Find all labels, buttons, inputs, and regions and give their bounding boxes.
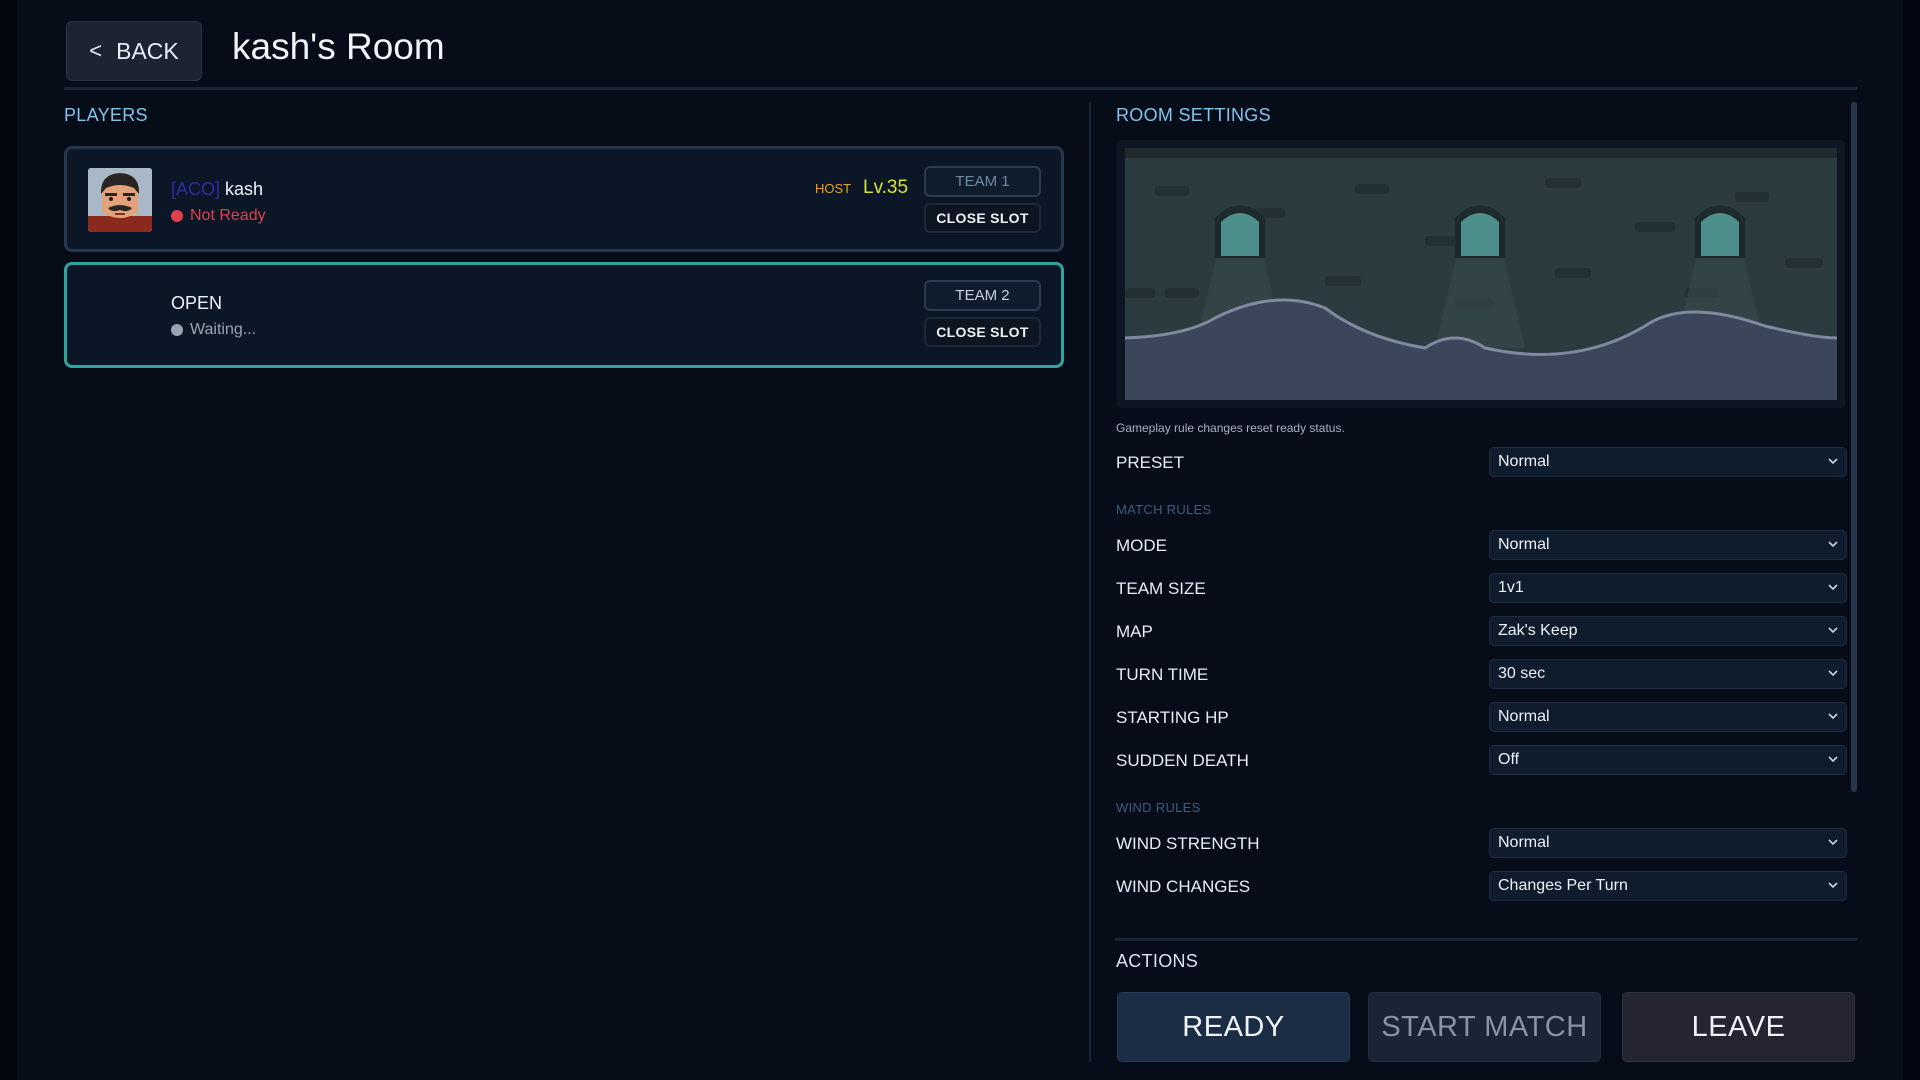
status-text: Not Ready	[190, 207, 266, 224]
column-divider	[1089, 102, 1091, 1062]
preset-value: Normal	[1498, 453, 1550, 470]
close-slot-button[interactable]: CLOSE SLOT	[924, 317, 1041, 347]
preset-select[interactable]: Normal	[1489, 447, 1847, 477]
players-section-label: PLAYERS	[64, 105, 148, 125]
ready-button[interactable]: READY	[1117, 992, 1350, 1062]
chevron-down-icon	[1828, 670, 1838, 677]
wind-changes-label: WIND CHANGES	[1116, 877, 1251, 896]
player-status: Waiting...	[171, 321, 256, 339]
wind-strength-select[interactable]: Normal	[1489, 828, 1847, 858]
sudden-death-value: Off	[1498, 751, 1520, 768]
team-button[interactable]: TEAM 1	[924, 166, 1041, 197]
clan-tag: [ACO]	[171, 179, 221, 199]
team-button[interactable]: TEAM 2	[924, 280, 1041, 311]
map-preview	[1117, 140, 1845, 408]
team-size-select[interactable]: 1v1	[1489, 573, 1847, 603]
chevron-down-icon	[1828, 713, 1838, 720]
team-size-value: 1v1	[1498, 579, 1524, 596]
wind-strength-value: Normal	[1498, 834, 1550, 851]
room-title: kash's Room	[232, 26, 445, 67]
wind-changes-value: Changes Per Turn	[1498, 877, 1628, 894]
actions-divider	[1115, 938, 1857, 941]
wind-changes-select[interactable]: Changes Per Turn	[1489, 871, 1847, 901]
mode-value: Normal	[1498, 536, 1550, 553]
mode-select[interactable]: Normal	[1489, 530, 1847, 560]
preset-label: PRESET	[1116, 453, 1185, 472]
close-slot-button[interactable]: CLOSE SLOT	[924, 203, 1041, 233]
player-avatar	[88, 168, 152, 232]
player-name: OPEN	[171, 293, 223, 313]
leave-button[interactable]: LEAVE	[1622, 992, 1855, 1062]
host-badge: HOST	[815, 181, 852, 196]
team-size-label: TEAM SIZE	[1116, 579, 1206, 598]
status-dot-icon	[171, 324, 183, 336]
player-slot-2: OPEN Waiting... TEAM 2 CLOSE SLOT	[64, 262, 1064, 368]
chevron-down-icon	[1828, 756, 1838, 763]
header-divider	[64, 87, 1857, 90]
room-settings-label: ROOM SETTINGS	[1116, 105, 1271, 125]
wind-strength-label: WIND STRENGTH	[1116, 834, 1260, 853]
map-value: Zak's Keep	[1498, 622, 1578, 639]
chevron-down-icon	[1828, 627, 1838, 634]
wind-rules-label: WIND RULES	[1116, 800, 1201, 815]
player-status: Not Ready	[171, 207, 266, 225]
starting-hp-select[interactable]: Normal	[1489, 702, 1847, 732]
player-name: [ACO] kash	[171, 179, 263, 200]
player-slot-1: [ACO] kash Not Ready HOST Lv.35 TEAM 1 CL…	[64, 146, 1064, 252]
turn-time-label: TURN TIME	[1116, 665, 1209, 684]
chevron-down-icon	[1828, 882, 1838, 889]
player-name-text: kash	[225, 179, 264, 199]
match-rules-label: MATCH RULES	[1116, 502, 1212, 517]
chevron-left-icon: <	[89, 38, 103, 63]
chevron-down-icon	[1828, 458, 1838, 465]
scrollbar-thumb[interactable]	[1851, 102, 1857, 792]
back-button[interactable]: < BACK	[66, 21, 202, 81]
settings-scrollbar[interactable]	[1851, 102, 1857, 792]
sudden-death-label: SUDDEN DEATH	[1116, 751, 1249, 770]
gameplay-hint: Gameplay rule changes reset ready status…	[1116, 421, 1345, 435]
status-dot-icon	[171, 210, 183, 222]
turn-time-select[interactable]: 30 sec	[1489, 659, 1847, 689]
actions-label: ACTIONS	[1116, 951, 1199, 971]
chevron-down-icon	[1828, 541, 1838, 548]
map-preview-image	[1125, 148, 1837, 400]
mode-label: MODE	[1116, 536, 1167, 555]
status-text: Waiting...	[190, 321, 257, 338]
chevron-down-icon	[1828, 584, 1838, 591]
chevron-down-icon	[1828, 839, 1838, 846]
player-level: Lv.35	[863, 177, 909, 198]
turn-time-value: 30 sec	[1498, 665, 1546, 682]
starting-hp-value: Normal	[1498, 708, 1550, 725]
map-label: MAP	[1116, 622, 1153, 641]
start-match-button[interactable]: START MATCH	[1368, 992, 1601, 1062]
map-select[interactable]: Zak's Keep	[1489, 616, 1847, 646]
starting-hp-label: STARTING HP	[1116, 708, 1229, 727]
back-label: BACK	[116, 37, 179, 64]
sudden-death-select[interactable]: Off	[1489, 745, 1847, 775]
